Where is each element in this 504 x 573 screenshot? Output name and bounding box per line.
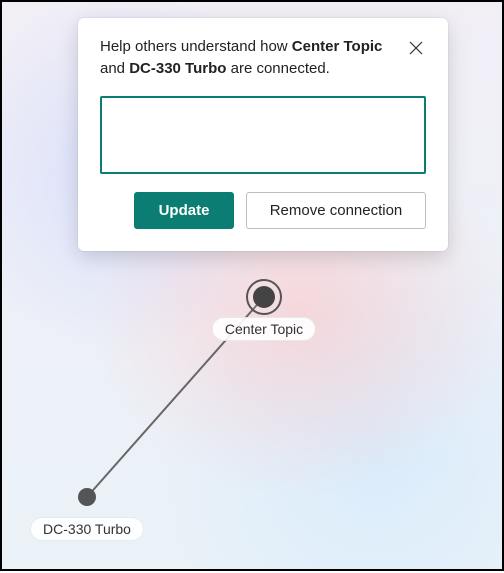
dialog-actions: Update Remove connection	[100, 192, 426, 229]
node-center-label: Center Topic	[212, 317, 316, 341]
prompt-text-prefix: Help others understand how	[100, 38, 292, 55]
close-button[interactable]	[406, 38, 426, 58]
prompt-topic-a: Center Topic	[292, 38, 383, 55]
node-dot-icon	[78, 488, 96, 506]
graph-canvas[interactable]: Center Topic DC-330 Turbo Help others un…	[0, 0, 504, 571]
connection-description-input[interactable]	[100, 96, 426, 174]
prompt-text-mid: and	[100, 60, 129, 77]
node-dot-icon	[253, 286, 275, 308]
node-related-label: DC-330 Turbo	[30, 517, 144, 541]
remove-connection-button[interactable]: Remove connection	[246, 192, 426, 229]
update-button[interactable]: Update	[134, 192, 234, 229]
close-icon	[408, 40, 424, 56]
prompt-text-suffix: are connected.	[226, 60, 329, 77]
dialog-prompt: Help others understand how Center Topic …	[100, 36, 394, 80]
connection-dialog: Help others understand how Center Topic …	[78, 18, 448, 251]
prompt-topic-b: DC-330 Turbo	[129, 60, 226, 77]
